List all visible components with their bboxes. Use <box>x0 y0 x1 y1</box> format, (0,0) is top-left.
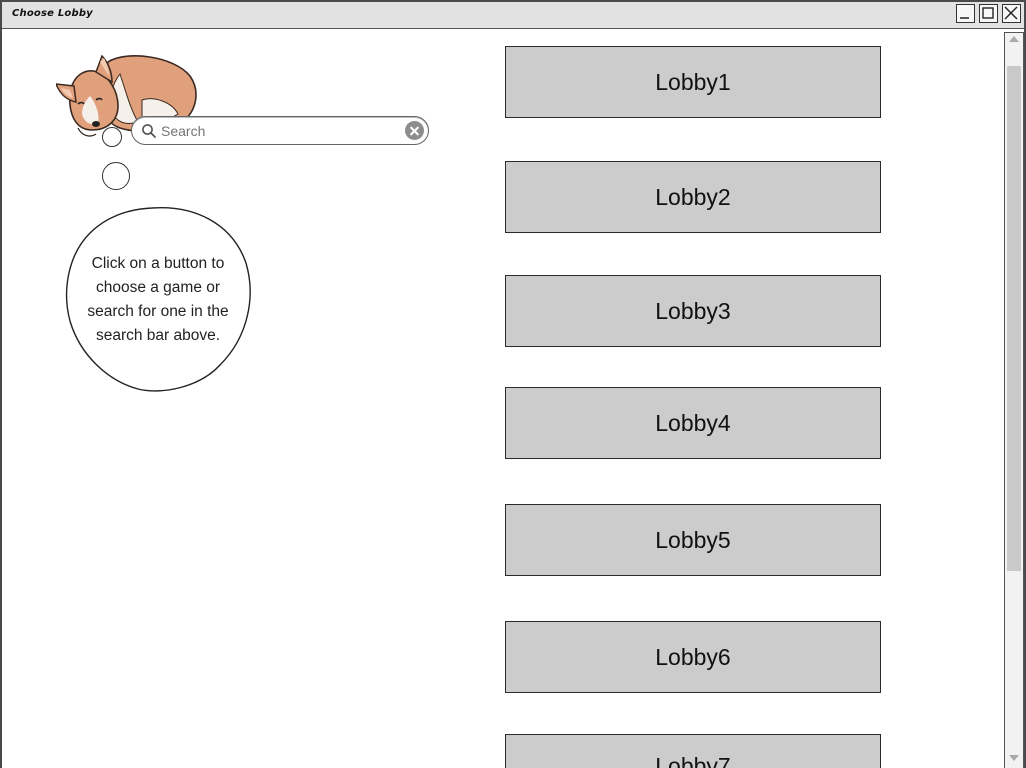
search-input[interactable] <box>161 121 391 140</box>
minimize-button[interactable] <box>956 4 975 23</box>
lobby-button-1[interactable]: Lobby1 <box>505 46 881 118</box>
vertical-scrollbar[interactable] <box>1004 32 1024 768</box>
search-icon <box>142 124 156 138</box>
lobby-button-4[interactable]: Lobby4 <box>505 387 881 459</box>
lobby-button-7[interactable]: Lobby7 <box>505 734 881 768</box>
title-bar: Choose Lobby <box>2 2 1024 29</box>
search-bar[interactable] <box>131 116 429 145</box>
clear-icon[interactable] <box>405 121 424 140</box>
window: Choose Lobby Search Click on a button to… <box>0 0 1026 768</box>
hint-text: Click on a button to choose a game or se… <box>87 255 229 344</box>
scroll-down-icon[interactable] <box>1009 755 1019 761</box>
maximize-button[interactable] <box>979 4 998 23</box>
window-title: Choose Lobby <box>12 8 93 19</box>
lobby-button-2[interactable]: Lobby2 <box>505 161 881 233</box>
close-icon <box>1004 6 1018 20</box>
lobby-button-5[interactable]: Lobby5 <box>505 504 881 576</box>
maximize-icon <box>982 7 994 19</box>
lobby-button-3[interactable]: Lobby3 <box>505 275 881 347</box>
lobby-button-6[interactable]: Lobby6 <box>505 621 881 693</box>
scroll-thumb[interactable] <box>1007 66 1021 571</box>
thought-dot-large <box>102 162 130 190</box>
minimize-icon <box>960 17 969 19</box>
close-button[interactable] <box>1002 4 1021 23</box>
scroll-up-icon[interactable] <box>1009 36 1019 42</box>
